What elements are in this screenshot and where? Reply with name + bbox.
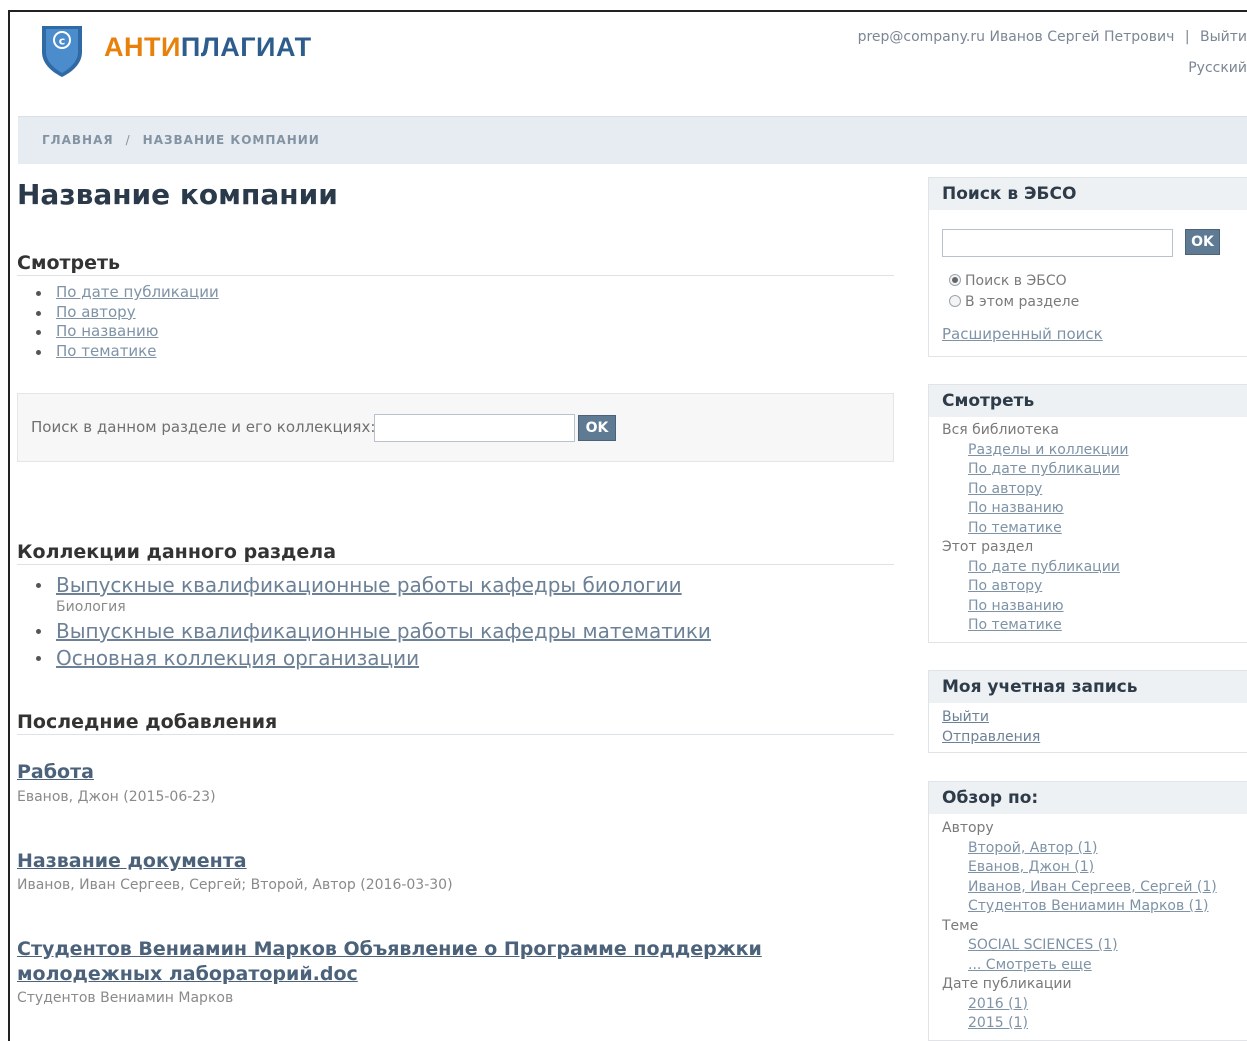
sidebar-browse-link[interactable]: Разделы и коллекции	[968, 442, 1128, 458]
breadcrumb-separator: /	[125, 133, 131, 147]
list-item: Выпускные квалификационные работы кафедр…	[17, 572, 711, 616]
sidebar-browse-heading: Смотреть	[929, 385, 1247, 417]
recent-item-title[interactable]: Название документа	[17, 849, 247, 874]
collection-link[interactable]: Выпускные квалификационные работы кафедр…	[56, 573, 682, 597]
language-selector[interactable]: Русский	[1188, 60, 1247, 76]
radio-ebsco-label: Поиск в ЭБСО	[965, 273, 1067, 289]
user-email: prep@company.ru	[857, 29, 986, 45]
account-box: Моя учетная запись Выйти Отправления	[928, 670, 1247, 753]
ebsco-search-input[interactable]	[942, 229, 1173, 257]
list-item: Основная коллекция организации	[17, 645, 711, 671]
logo-text-part1: АНТИ	[104, 32, 181, 62]
sidebar-browse-link[interactable]: По названию	[968, 500, 1064, 516]
recent-item-meta: Студентов Вениамин Марков	[17, 990, 234, 1006]
account-submissions-link[interactable]: Отправления	[942, 729, 1040, 745]
user-name[interactable]: Иванов Сергей Петрович	[989, 29, 1174, 45]
radio-this-section[interactable]: В этом разделе	[949, 292, 1079, 313]
recent-item-title-line2: молодежных лабораторий.doc	[17, 963, 358, 985]
recent-item-title-line1: Студентов Вениамин Марков Объявление о П…	[17, 938, 762, 960]
browse-by-subject-link[interactable]: По тематике	[56, 342, 156, 360]
sidebar-browse-link[interactable]: По тематике	[968, 617, 1062, 633]
overview-group-topic: Теме	[942, 917, 979, 934]
overview-date-link[interactable]: 2015 (1)	[968, 1015, 1028, 1031]
browse-box: Смотреть Вся библиотека Разделы и коллек…	[928, 384, 1247, 643]
collections-heading: Коллекции данного раздела	[17, 541, 894, 565]
sidebar-browse-link[interactable]: По тематике	[968, 520, 1062, 536]
advanced-search-link[interactable]: Расширенный поиск	[942, 325, 1103, 343]
overview-author-link[interactable]: Иванов, Иван Сергеев, Сергей (1)	[968, 879, 1217, 895]
list-item: По дате публикации	[17, 283, 219, 303]
list-item: По тематике	[17, 342, 219, 362]
browse-heading: Смотреть	[17, 252, 894, 276]
radio-ebsco[interactable]: Поиск в ЭБСО	[949, 271, 1079, 292]
browse-by-title-link[interactable]: По названию	[56, 322, 158, 340]
recent-item-title[interactable]: Работа	[17, 760, 94, 785]
overview-more-link[interactable]: ... Смотреть еще	[968, 957, 1092, 973]
overview-topic-link[interactable]: SOCIAL SCIENCES (1)	[968, 937, 1118, 953]
recent-item-meta: Иванов, Иван Сергеев, Сергей; Второй, Ав…	[17, 877, 453, 893]
section-search: Поиск в данном разделе и его коллекциях:…	[17, 393, 894, 462]
recent-item-title[interactable]: Студентов Вениамин Марков Объявление о П…	[17, 937, 762, 987]
overview-date-link[interactable]: 2016 (1)	[968, 996, 1028, 1012]
recent-heading: Последние добавления	[17, 711, 894, 735]
radio-unchecked-icon	[949, 295, 961, 307]
radio-this-section-label: В этом разделе	[965, 294, 1080, 310]
collections-list: Выпускные квалификационные работы кафедр…	[17, 572, 711, 671]
browse-group-section: Этот раздел	[942, 539, 1034, 555]
overview-heading: Обзор по:	[929, 782, 1247, 814]
list-item: Выпускные квалификационные работы кафедр…	[17, 618, 711, 644]
page-title: Название компании	[17, 178, 338, 211]
overview-group-author: Автору	[942, 820, 994, 836]
section-search-label: Поиск в данном разделе и его коллекциях:	[31, 418, 376, 436]
account-heading: Моя учетная запись	[929, 671, 1247, 703]
ebsco-search-box: Поиск в ЭБСО OK Поиск в ЭБСО В этом разд…	[928, 177, 1247, 357]
ebsco-heading: Поиск в ЭБСО	[929, 178, 1247, 210]
list-item: По названию	[17, 322, 219, 342]
logout-link[interactable]: Выйти	[1200, 29, 1247, 45]
collection-note: Биология	[56, 599, 126, 615]
section-search-button[interactable]: OK	[578, 415, 616, 441]
list-item: По автору	[17, 303, 219, 323]
section-search-input[interactable]	[374, 414, 575, 442]
overview-author-link[interactable]: Студентов Вениамин Марков (1)	[968, 898, 1209, 914]
logo-wordmark[interactable]: АНТИПЛАГИАТ	[104, 32, 312, 63]
sidebar-browse-link[interactable]: По дате публикации	[968, 559, 1120, 575]
overview-author-link[interactable]: Второй, Автор (1)	[968, 840, 1098, 856]
breadcrumb-current: НАЗВАНИЕ КОМПАНИИ	[142, 133, 320, 147]
sidebar-browse-link[interactable]: По названию	[968, 598, 1064, 614]
overview-author-link[interactable]: Еванов, Джон (1)	[968, 859, 1094, 875]
browse-by-author-link[interactable]: По автору	[56, 303, 136, 321]
breadcrumb-home[interactable]: ГЛАВНАЯ	[42, 133, 114, 147]
browse-group-library: Вся библиотека	[942, 422, 1059, 438]
shield-logo-icon: c	[42, 26, 82, 77]
breadcrumb: ГЛАВНАЯ / НАЗВАНИЕ КОМПАНИИ	[18, 116, 1247, 164]
recent-item-meta: Еванов, Джон (2015-06-23)	[17, 789, 216, 805]
sidebar-browse-link[interactable]: По автору	[968, 578, 1042, 594]
logo-text-part2: ПЛАГИАТ	[180, 32, 312, 62]
account-logout-link[interactable]: Выйти	[942, 709, 989, 725]
collection-link[interactable]: Выпускные квалификационные работы кафедр…	[56, 619, 711, 643]
sidebar-browse-link[interactable]: По автору	[968, 481, 1042, 497]
ebsco-search-button[interactable]: OK	[1185, 229, 1220, 255]
radio-checked-icon	[949, 274, 961, 286]
collection-link[interactable]: Основная коллекция организации	[56, 646, 419, 670]
overview-box: Обзор по: Автору Второй, Автор (1) Евано…	[928, 781, 1247, 1041]
user-bar-separator: |	[1184, 29, 1190, 45]
browse-by-date-link[interactable]: По дате публикации	[56, 283, 219, 301]
svg-text:c: c	[59, 35, 66, 48]
user-bar: prep@company.ru Иванов Сергей Петрович |…	[858, 29, 1247, 45]
sidebar-browse-link[interactable]: По дате публикации	[968, 461, 1120, 477]
overview-group-date: Дате публикации	[942, 976, 1072, 992]
browse-list: По дате публикации По автору По названию…	[17, 283, 219, 361]
